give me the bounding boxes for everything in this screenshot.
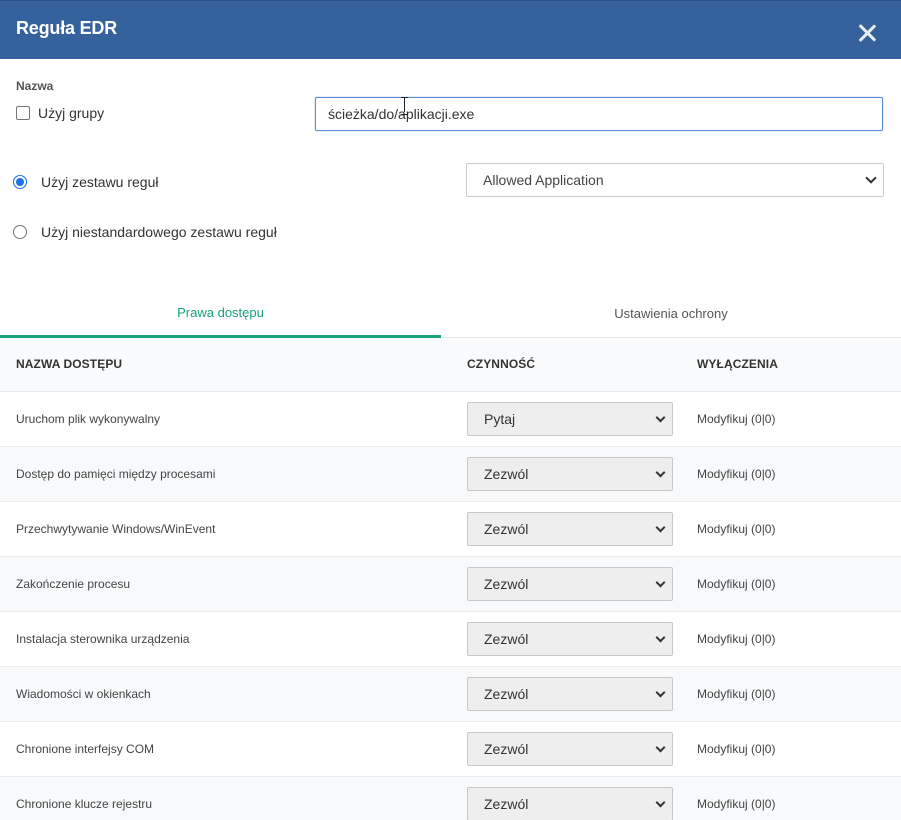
use-group-checkbox[interactable]: [16, 106, 30, 120]
access-name: Chronione klucze rejestru: [16, 797, 153, 811]
chevron-down-icon: [655, 522, 666, 533]
edr-rule-dialog: Reguła EDR Nazwa Użyj grupy Użyj zestawu…: [0, 0, 901, 820]
tab-protection-settings[interactable]: Ustawienia ochrony: [441, 289, 901, 337]
access-name: Zakończenie procesu: [16, 577, 131, 591]
table-row: Dostęp do pamięci między procesami Zezwó…: [0, 447, 901, 502]
ruleset-select[interactable]: Allowed Application: [466, 163, 884, 197]
modify-exclusions-link[interactable]: Modyfikuj (0|0): [697, 632, 775, 646]
chevron-down-icon: [655, 687, 666, 698]
action-select[interactable]: Zezwól: [467, 732, 673, 766]
modify-exclusions-link[interactable]: Modyfikuj (0|0): [697, 577, 775, 591]
access-rights-table: NAZWA DOSTĘPU CZYNNOŚĆ WYŁĄCZENIA Urucho…: [0, 338, 901, 820]
text-cursor-icon: [401, 96, 409, 115]
access-name: Uruchom plik wykonywalny: [16, 412, 161, 426]
column-header-access-name: NAZWA DOSTĘPU: [16, 357, 123, 371]
use-ruleset-radio[interactable]: [13, 175, 27, 189]
modify-exclusions-link[interactable]: Modyfikuj (0|0): [697, 797, 775, 811]
modify-exclusions-link[interactable]: Modyfikuj (0|0): [697, 412, 775, 426]
column-header-exclusions: WYŁĄCZENIA: [697, 357, 778, 371]
tab-access-rights[interactable]: Prawa dostępu: [0, 289, 441, 338]
ruleset-select-value: Allowed Application: [483, 172, 604, 188]
action-select-value: Pytaj: [484, 411, 516, 427]
action-select[interactable]: Pytaj: [467, 402, 673, 436]
access-name: Instalacja sterownika urządzenia: [16, 632, 190, 646]
chevron-down-icon: [865, 172, 877, 184]
modify-exclusions-link[interactable]: Modyfikuj (0|0): [697, 467, 775, 481]
chevron-down-icon: [655, 467, 666, 478]
access-name: Wiadomości w okienkach: [16, 687, 151, 701]
table-row: Chronione klucze rejestru Zezwól Modyfik…: [0, 777, 901, 820]
action-select[interactable]: Zezwól: [467, 512, 673, 546]
table-row: Wiadomości w okienkach Zezwól Modyfikuj …: [0, 667, 901, 722]
access-name: Chronione interfejsy COM: [16, 742, 155, 756]
use-group-checkbox-row[interactable]: Użyj grupy: [16, 105, 104, 121]
action-select-value: Zezwól: [484, 796, 529, 812]
modify-exclusions-link[interactable]: Modyfikuj (0|0): [697, 742, 775, 756]
table-row: Uruchom plik wykonywalny Pytaj Modyfikuj…: [0, 392, 901, 447]
action-select-value: Zezwól: [484, 631, 529, 647]
action-select[interactable]: Zezwól: [467, 677, 673, 711]
chevron-down-icon: [655, 577, 666, 588]
use-custom-ruleset-radio[interactable]: [13, 225, 27, 239]
action-select[interactable]: Zezwól: [467, 622, 673, 656]
chevron-down-icon: [655, 632, 666, 643]
close-icon[interactable]: [855, 21, 879, 45]
action-select-value: Zezwól: [484, 741, 529, 757]
dialog-title: Reguła EDR: [16, 18, 118, 38]
action-select-value: Zezwól: [484, 686, 529, 702]
use-group-label: Użyj grupy: [38, 105, 105, 121]
table-row: Chronione interfejsy COM Zezwól Modyfiku…: [0, 722, 901, 777]
use-custom-ruleset-label: Użyj niestandardowego zestawu reguł: [41, 224, 277, 240]
chevron-down-icon: [655, 412, 666, 423]
use-custom-ruleset-radio-row[interactable]: Użyj niestandardowego zestawu reguł: [13, 224, 277, 240]
table-header: NAZWA DOSTĘPU CZYNNOŚĆ WYŁĄCZENIA: [0, 338, 901, 392]
chevron-down-icon: [655, 797, 666, 808]
column-header-action: CZYNNOŚĆ: [467, 357, 536, 371]
action-select-value: Zezwól: [484, 576, 529, 592]
access-name: Przechwytywanie Windows/WinEvent: [16, 522, 216, 536]
tab-bar: Prawa dostępu Ustawienia ochrony: [0, 289, 901, 338]
name-label: Nazwa: [16, 79, 54, 93]
table-row: Zakończenie procesu Zezwól Modyfikuj (0|…: [0, 557, 901, 612]
dialog-header: Reguła EDR: [0, 0, 901, 59]
modify-exclusions-link[interactable]: Modyfikuj (0|0): [697, 522, 775, 536]
action-select[interactable]: Zezwól: [467, 457, 673, 491]
table-row: Instalacja sterownika urządzenia Zezwól …: [0, 612, 901, 667]
action-select[interactable]: Zezwól: [467, 787, 673, 820]
use-ruleset-label: Użyj zestawu reguł: [41, 174, 159, 190]
action-select-value: Zezwól: [484, 466, 529, 482]
action-select-value: Zezwól: [484, 521, 529, 537]
table-row: Przechwytywanie Windows/WinEvent Zezwól …: [0, 502, 901, 557]
action-select[interactable]: Zezwól: [467, 567, 673, 601]
chevron-down-icon: [655, 742, 666, 753]
use-ruleset-radio-row[interactable]: Użyj zestawu reguł: [13, 174, 159, 190]
access-name: Dostęp do pamięci między procesami: [16, 467, 216, 481]
modify-exclusions-link[interactable]: Modyfikuj (0|0): [697, 687, 775, 701]
